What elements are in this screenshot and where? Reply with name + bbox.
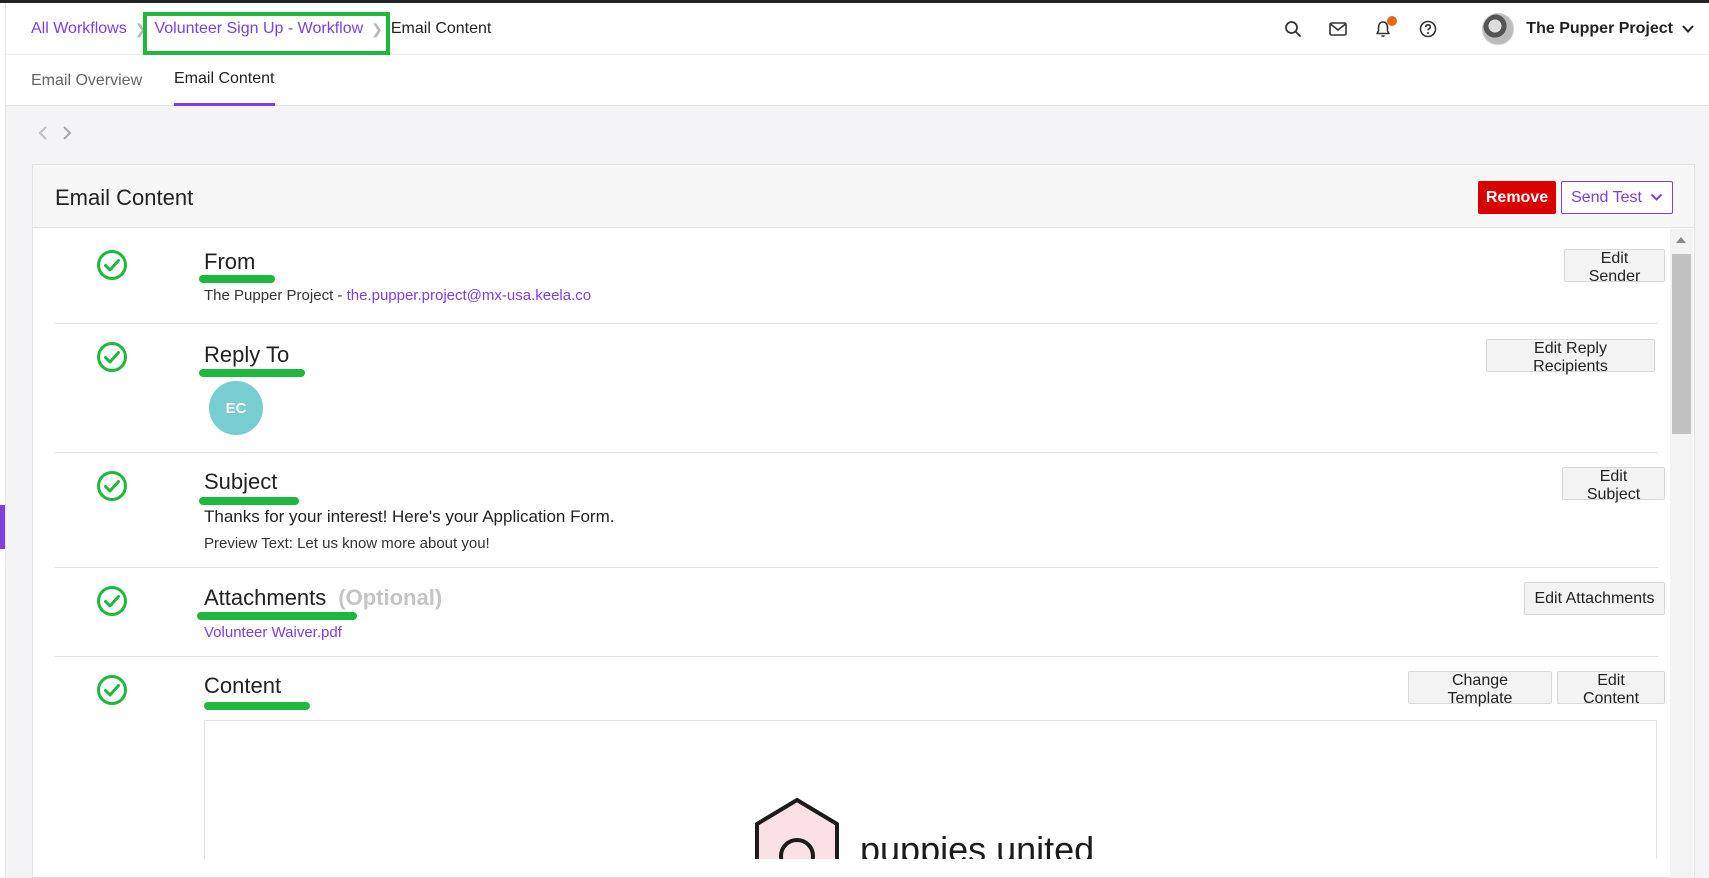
reply-recipient-avatar[interactable]: EC — [209, 381, 263, 435]
check-circle-icon — [97, 675, 127, 705]
edit-sender-button[interactable]: Edit Sender — [1564, 249, 1665, 285]
breadcrumb-highlight-box — [143, 12, 390, 55]
top-header: All Workflows ❯ Volunteer Sign Up - Work… — [6, 3, 1709, 55]
chevron-left-icon[interactable] — [36, 124, 50, 142]
title-underline-highlight — [204, 702, 310, 710]
section-content: Content Change Template Edit Content pup… — [55, 657, 1665, 878]
left-rail — [0, 3, 6, 878]
section-title-attachments: Attachments (Optional) — [204, 585, 442, 611]
chevron-down-icon — [1650, 193, 1663, 201]
section-title-content: Content — [204, 673, 282, 698]
page-title: Email Content — [55, 185, 194, 210]
tab-email-content[interactable]: Email Content — [174, 55, 275, 106]
section-subject: Subject Thanks for your interest! Here's… — [55, 453, 1665, 568]
title-underline-highlight — [199, 497, 299, 505]
send-test-button[interactable]: Send Test — [1561, 181, 1673, 214]
send-test-label: Send Test — [1571, 188, 1642, 206]
check-circle-icon — [97, 342, 127, 372]
scroll-thumb[interactable] — [1672, 254, 1691, 434]
mail-icon[interactable] — [1327, 18, 1349, 40]
sender-name: The Pupper Project - — [204, 287, 347, 304]
email-content-panel: Email Content Remove Send Test From The … — [32, 164, 1695, 878]
account-menu[interactable]: The Pupper Project — [1482, 13, 1695, 45]
section-title-reply-to: Reply To — [204, 342, 290, 367]
attachments-title: Attachments — [204, 585, 327, 610]
bell-icon[interactable] — [1372, 16, 1398, 40]
attachment-file-link[interactable]: Volunteer Waiver.pdf — [204, 624, 342, 641]
email-preview: puppies united — [204, 720, 1657, 859]
chevron-right-icon[interactable] — [60, 124, 74, 142]
subject-text: Thanks for your interest! Here's your Ap… — [204, 507, 615, 526]
title-underline-highlight — [197, 612, 357, 620]
remove-button[interactable]: Remove — [1478, 181, 1556, 214]
check-circle-icon — [97, 586, 127, 616]
scrollbar[interactable] — [1670, 229, 1693, 878]
optional-label: (Optional) — [338, 585, 443, 610]
title-underline-highlight — [199, 275, 275, 283]
tab-bar: Email Overview Email Content — [6, 55, 1709, 106]
avatar — [1482, 13, 1515, 45]
edit-reply-recipients-button[interactable]: Edit Reply Recipients — [1486, 339, 1655, 375]
section-title-subject: Subject — [204, 469, 278, 494]
edit-subject-button[interactable]: Edit Subject — [1562, 467, 1665, 503]
tab-email-overview[interactable]: Email Overview — [31, 55, 142, 106]
logo-text: puppies united — [860, 829, 1095, 859]
search-icon[interactable] — [1282, 18, 1304, 40]
check-circle-icon — [97, 250, 127, 280]
edit-content-button[interactable]: Edit Content — [1557, 671, 1665, 707]
section-reply-to: Reply To EC Edit Reply Recipients — [55, 324, 1658, 453]
panel-header: Email Content Remove Send Test — [33, 165, 1694, 228]
breadcrumb-all-workflows[interactable]: All Workflows — [31, 20, 127, 38]
chevron-down-icon — [1682, 25, 1694, 33]
section-title-from: From — [204, 249, 256, 274]
edit-attachments-button[interactable]: Edit Attachments — [1524, 582, 1665, 615]
breadcrumb-current: Email Content — [390, 20, 492, 37]
pager-arrows — [36, 124, 74, 142]
header-actions: The Pupper Project — [1282, 3, 1709, 55]
section-attachments: Attachments (Optional) Volunteer Waiver.p… — [55, 568, 1665, 657]
left-rail-marker — [0, 505, 5, 549]
sender-email-link[interactable]: the.pupper.project@mx-usa.keela.co — [347, 287, 592, 304]
notification-dot — [1387, 16, 1398, 26]
help-icon[interactable] — [1417, 18, 1439, 40]
puppies-united-logo-icon — [755, 798, 839, 859]
preview-text: Preview Text: Let us know more about you… — [204, 535, 490, 552]
check-circle-icon — [97, 471, 127, 501]
section-from: From The Pupper Project - the.pupper.pro… — [55, 229, 1665, 324]
title-underline-highlight — [199, 369, 305, 377]
scroll-up-arrow-icon[interactable] — [1676, 237, 1686, 243]
account-name: The Pupper Project — [1526, 20, 1673, 37]
sender-line: The Pupper Project - the.pupper.project@… — [204, 287, 591, 304]
change-template-button[interactable]: Change Template — [1408, 671, 1552, 707]
